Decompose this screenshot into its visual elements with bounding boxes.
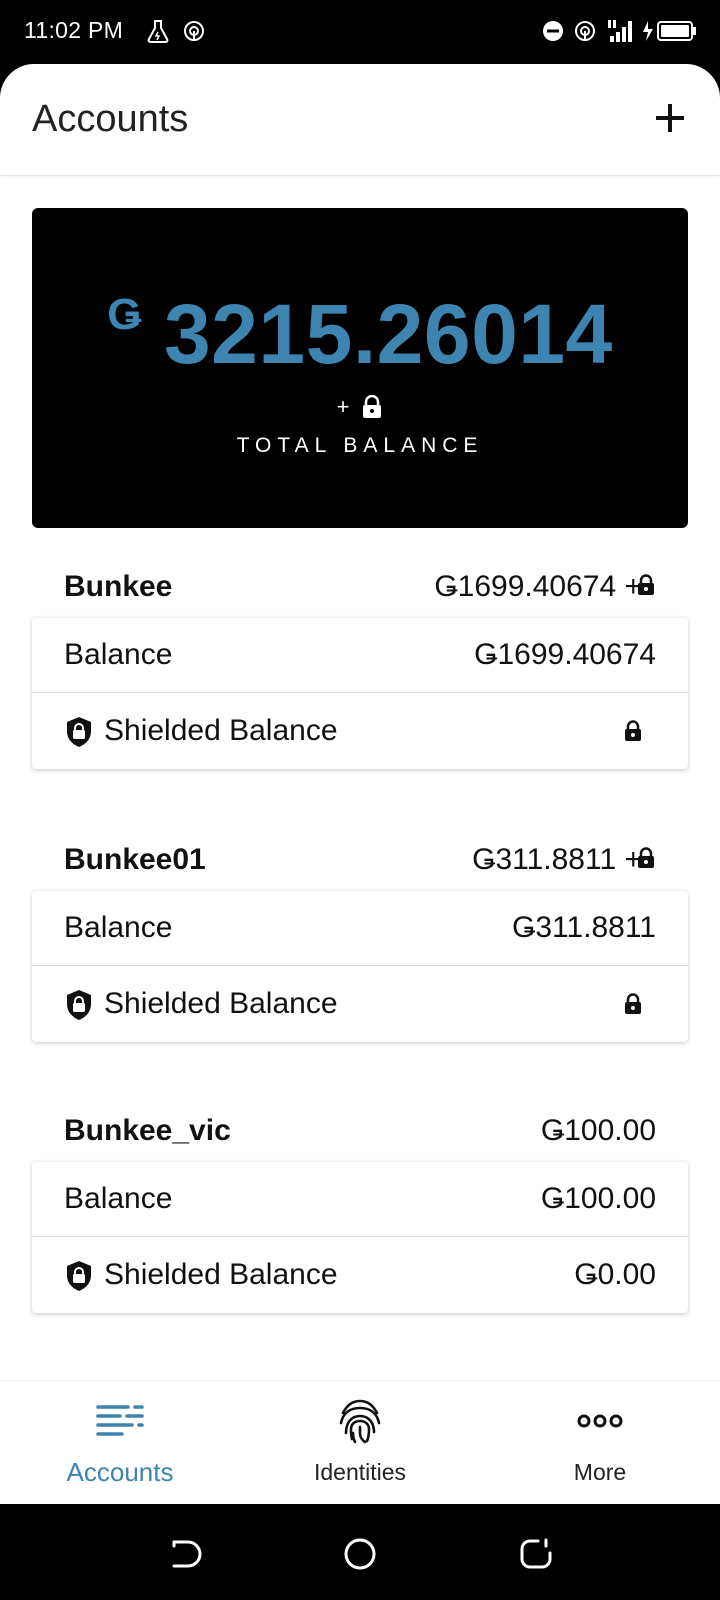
balance-label: Balance — [64, 1182, 173, 1215]
system-navigation-bar — [0, 1504, 720, 1600]
app-sheet: Accounts Ǥ 3215.26014 + TOTAL BALANCE Bun… — [0, 64, 720, 1504]
balance-label: Balance — [64, 638, 173, 671]
account-card[interactable]: Balance Ǥ100.00 Shielded Balance Ǥ0.00 — [32, 1162, 688, 1313]
nav-label: Accounts — [66, 1457, 174, 1487]
balance-row: Balance Ǥ100.00 — [32, 1162, 688, 1237]
account-name: Bunkee — [64, 570, 173, 603]
shielded-balance-label: Shielded Balance — [104, 987, 338, 1020]
total-plus-sign: + — [336, 394, 350, 419]
plus-icon — [656, 104, 684, 132]
nav-label: Identities — [313, 1459, 407, 1485]
nav-accounts[interactable]: Accounts — [0, 1381, 240, 1504]
shield-lock-icon — [67, 717, 91, 747]
back-icon[interactable] — [164, 1534, 204, 1574]
flask-icon — [147, 20, 169, 43]
currency-symbol: Ǥ — [107, 290, 142, 339]
do-not-disturb-icon — [543, 21, 563, 41]
account-total-amount: Ǥ100.00 — [540, 1114, 656, 1147]
shielded-balance-row: Shielded Balance — [32, 694, 688, 769]
page-title: Accounts — [32, 98, 189, 140]
shield-lock-icon — [67, 1261, 91, 1291]
fingerprint-icon — [339, 1399, 381, 1444]
balance-label: Balance — [64, 911, 173, 944]
account-total-amount: Ǥ311.8811 + — [472, 843, 642, 876]
account-header[interactable]: Bunkee_vic Ǥ100.00 — [0, 1100, 720, 1162]
shielded-balance-value: Ǥ0.00 — [574, 1258, 656, 1291]
balance-value: Ǥ100.00 — [540, 1182, 656, 1215]
total-balance-amount: Ǥ 3215.26014 — [32, 286, 688, 383]
shielded-balance-row: Shielded Balance Ǥ0.00 — [32, 1238, 688, 1313]
balance-value: Ǥ1699.40674 — [474, 638, 656, 671]
account-group: Bunkee01 Ǥ311.8811 + Balance Ǥ311.8811 S… — [0, 829, 720, 1042]
account-name: Bunkee01 — [64, 843, 206, 876]
hotspot-signal-icon — [575, 21, 595, 41]
lock-icon — [363, 395, 382, 418]
balance-row: Balance Ǥ311.8811 — [32, 891, 688, 966]
account-group: Bunkee_vic Ǥ100.00 Balance Ǥ100.00 Shiel… — [0, 1100, 720, 1313]
account-header[interactable]: Bunkee01 Ǥ311.8811 + — [0, 829, 720, 891]
lock-icon — [638, 574, 654, 595]
account-group: Bunkee Ǥ1699.40674 + Balance Ǥ1699.40674… — [0, 556, 720, 769]
more-dots-icon — [577, 1414, 623, 1428]
home-icon[interactable] — [340, 1534, 380, 1574]
hotspot-icon — [184, 21, 204, 41]
account-card[interactable]: Balance Ǥ1699.40674 Shielded Balance — [32, 618, 688, 769]
balance-row: Balance Ǥ1699.40674 — [32, 618, 688, 693]
lock-icon — [625, 720, 641, 741]
add-account-button[interactable] — [650, 98, 690, 138]
shield-lock-icon — [67, 990, 91, 1020]
accounts-list-icon — [96, 1405, 144, 1436]
nav-label: More — [573, 1459, 627, 1485]
nav-identities[interactable]: Identities — [240, 1381, 480, 1504]
recents-icon[interactable] — [516, 1534, 556, 1574]
balance-value: Ǥ311.8811 — [511, 911, 656, 944]
battery-charging-icon — [643, 21, 696, 41]
total-balance-card: Ǥ 3215.26014 + TOTAL BALANCE — [32, 208, 688, 528]
lock-icon — [625, 993, 641, 1014]
total-amount-value: 3215.26014 — [163, 287, 613, 381]
shielded-balance-label: Shielded Balance — [104, 1258, 338, 1291]
lock-icon — [638, 847, 654, 868]
shielded-balance-row: Shielded Balance — [32, 967, 688, 1042]
status-time: 11:02 PM — [24, 17, 124, 43]
status-bar: 11:02 PM — [0, 0, 720, 64]
bottom-navigation: Accounts Identities More — [0, 1380, 720, 1504]
account-total-amount: Ǥ1699.40674 + — [434, 570, 642, 603]
nav-more[interactable]: More — [480, 1381, 720, 1504]
account-name: Bunkee_vic — [64, 1114, 231, 1147]
cellular-signal-icon — [608, 20, 632, 42]
total-balance-label: TOTAL BALANCE — [236, 434, 484, 457]
shielded-balance-label: Shielded Balance — [104, 714, 338, 747]
account-card[interactable]: Balance Ǥ311.8811 Shielded Balance — [32, 891, 688, 1042]
account-header[interactable]: Bunkee Ǥ1699.40674 + — [0, 556, 720, 618]
app-header: Accounts — [0, 64, 720, 176]
